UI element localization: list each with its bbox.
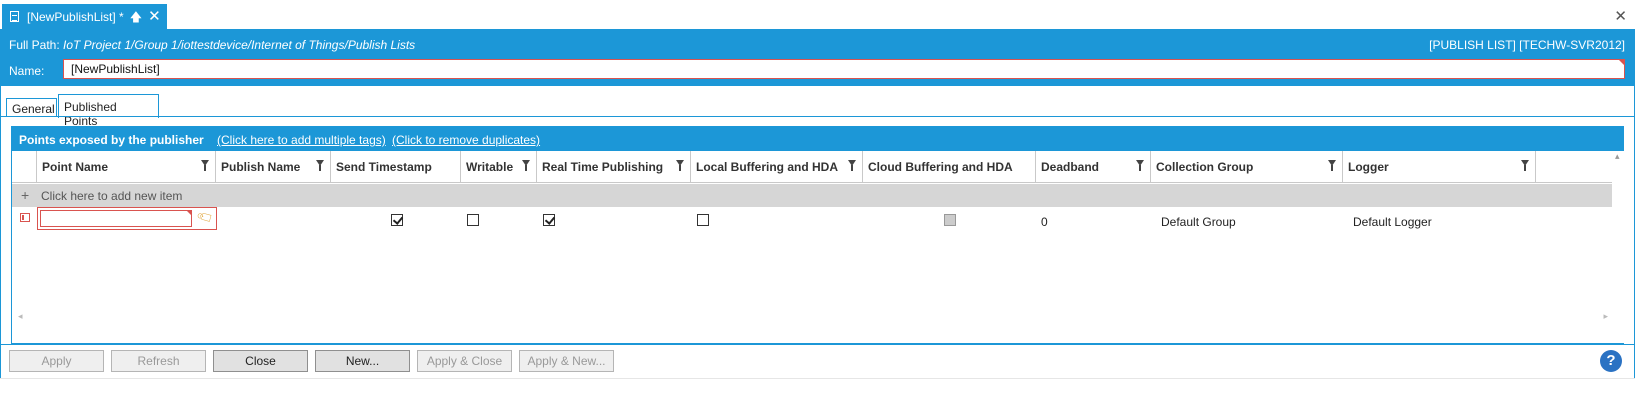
document-tab[interactable]: [NewPublishList] * 🡅 ✕ (2, 4, 167, 29)
grid-header: Point Name Publish Name Send Timestamp W… (12, 151, 1612, 183)
publish-list-info: [PUBLISH LIST] [TECHW-SVR2012] (1429, 38, 1625, 52)
local-buffering-checkbox[interactable] (697, 214, 709, 226)
column-label: Send Timestamp (336, 160, 432, 174)
document-icon (10, 11, 19, 22)
column-label: Point Name (42, 160, 109, 174)
scroll-left-icon[interactable]: ◂ (18, 311, 23, 322)
panel-header: Points exposed by the publisher (Click h… (12, 127, 1623, 151)
column-header-logger[interactable]: Logger (1343, 151, 1536, 183)
apply-and-new-button[interactable]: Apply & New... (519, 350, 614, 372)
refresh-button[interactable]: Refresh (111, 350, 206, 372)
cloud-buffering-checkbox[interactable] (944, 214, 956, 226)
column-header-collection-group[interactable]: Collection Group (1151, 151, 1343, 183)
tab-published-points[interactable]: Published Points (58, 94, 159, 128)
add-new-item-row[interactable]: + Click here to add new item (12, 184, 1612, 207)
scroll-right-icon[interactable]: ▸ (1603, 311, 1608, 322)
panel-title: Points exposed by the publisher (19, 133, 204, 147)
deadband-cell[interactable]: 0 (1041, 215, 1048, 229)
filter-icon[interactable] (522, 160, 530, 171)
column-header-deadband[interactable]: Deadband (1036, 151, 1151, 183)
button-bar-divider (0, 344, 1635, 345)
document-tab-strip: [NewPublishList] * 🡅 ✕ ✕ (0, 0, 1635, 29)
filter-icon[interactable] (848, 160, 856, 171)
collection-group-cell[interactable]: Default Group (1161, 215, 1236, 229)
column-label: Collection Group (1156, 160, 1254, 174)
frame-left (0, 29, 1, 378)
column-label: Cloud Buffering and HDA (868, 160, 1013, 174)
plus-icon: + (21, 187, 30, 203)
tag-browse-icon[interactable]: 🏷 (195, 207, 215, 227)
row-error-indicator-icon (20, 213, 30, 222)
column-label: Deadband (1041, 160, 1100, 174)
send-timestamp-checkbox[interactable] (391, 214, 403, 226)
help-icon[interactable]: ? (1600, 350, 1622, 372)
tab-divider (0, 116, 1635, 117)
column-header-publish-name[interactable]: Publish Name (216, 151, 331, 183)
column-header-cloud-buffering[interactable]: Cloud Buffering and HDA (863, 151, 1036, 183)
property-tabs: General Published Points (0, 86, 1635, 128)
real-time-publishing-checkbox[interactable] (543, 214, 555, 226)
horizontal-scrollbar[interactable]: ◂ ▸ (12, 311, 1612, 325)
writable-checkbox[interactable] (467, 214, 479, 226)
filter-icon[interactable] (1328, 160, 1336, 171)
column-header-send-timestamp[interactable]: Send Timestamp (331, 151, 461, 183)
tab-general[interactable]: General (6, 98, 57, 117)
add-multiple-tags-link[interactable]: (Click here to add multiple tags) (217, 133, 386, 147)
window-close-icon[interactable]: ✕ (1614, 7, 1627, 25)
table-row: 🏷 0 Default Group Default Logger (12, 207, 1612, 230)
logger-cell[interactable]: Default Logger (1353, 215, 1432, 229)
point-name-input[interactable] (40, 210, 192, 227)
filter-icon[interactable] (676, 160, 684, 171)
column-header-writable[interactable]: Writable (461, 151, 537, 183)
point-name-cell-editor: 🏷 (37, 207, 217, 230)
row-selector-header (12, 151, 37, 183)
new-button[interactable]: New... (315, 350, 410, 372)
column-label: Local Buffering and HDA (696, 160, 839, 174)
validation-marker-icon (187, 211, 191, 215)
column-label: Real Time Publishing (542, 160, 664, 174)
column-label: Logger (1348, 160, 1389, 174)
filter-icon[interactable] (1136, 160, 1144, 171)
vertical-scrollbar[interactable] (1614, 151, 1624, 343)
tab-close-icon[interactable]: ✕ (148, 9, 161, 24)
add-new-item-label: Click here to add new item (41, 189, 183, 203)
column-label: Publish Name (221, 160, 301, 174)
column-header-local-buffering[interactable]: Local Buffering and HDA (691, 151, 863, 183)
status-strip (0, 378, 1635, 398)
filter-icon[interactable] (1521, 160, 1529, 171)
close-button[interactable]: Close (213, 350, 308, 372)
editor-header: Full Path: IoT Project 1/Group 1/iottest… (0, 29, 1635, 86)
filter-icon[interactable] (201, 160, 209, 171)
pin-icon[interactable]: 🡅 (130, 11, 142, 23)
apply-and-close-button[interactable]: Apply & Close (417, 350, 512, 372)
remove-duplicates-link[interactable]: (Click to remove duplicates) (392, 133, 540, 147)
full-path-value: IoT Project 1/Group 1/iottestdevice/Inte… (63, 38, 416, 52)
name-label: Name: (9, 64, 45, 78)
published-points-panel: Points exposed by the publisher (Click h… (11, 126, 1624, 344)
column-label: Writable (466, 160, 514, 174)
name-input[interactable] (63, 59, 1625, 79)
column-header-point-name[interactable]: Point Name (37, 151, 216, 183)
validation-marker-icon (1619, 60, 1624, 65)
full-path-label: Full Path: (9, 38, 60, 52)
column-header-real-time-publishing[interactable]: Real Time Publishing (537, 151, 691, 183)
filter-icon[interactable] (316, 160, 324, 171)
document-tab-title: [NewPublishList] * (27, 9, 124, 24)
apply-button[interactable]: Apply (9, 350, 104, 372)
